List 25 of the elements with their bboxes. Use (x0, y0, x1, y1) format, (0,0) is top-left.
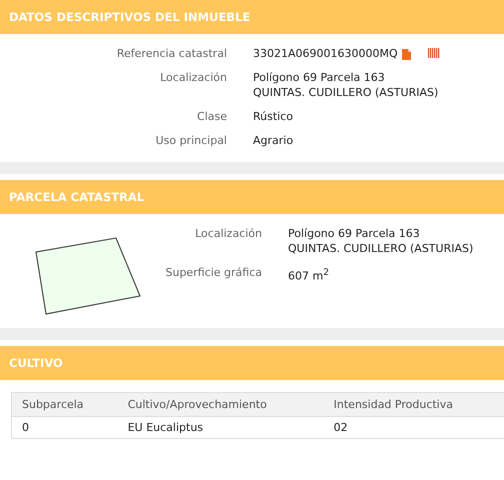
table-cell: 0 (12, 416, 118, 438)
field-label: Referencia catastral (116, 46, 227, 61)
field-value: Polígono 69 Parcela 163 (288, 226, 421, 241)
column-header: Subparcela (12, 392, 118, 416)
field-value: Rústico (253, 109, 294, 124)
field-label: Uso principal (154, 133, 227, 148)
column-header: Intensidad Productiva (324, 392, 504, 416)
field-label: Superficie gráfica (164, 265, 262, 281)
field-value: QUINTAS. CUDILLERO (ASTURIAS) (288, 241, 474, 256)
table-cell: 02 (324, 416, 504, 438)
field-label: Localización (194, 226, 262, 242)
barcode-icon[interactable] (428, 48, 440, 60)
field-value: Polígono 69 Parcela 163 (253, 70, 386, 85)
field-label: Clase (196, 109, 227, 124)
section-header: PARCELA CATASTRAL (0, 180, 504, 214)
section-header: CULTIVO (0, 346, 504, 380)
field-value: 607 m$^{2}$ (288, 266, 330, 284)
field-label: Localización (159, 70, 227, 86)
copy-icon[interactable] (402, 48, 414, 60)
column-header: Cultivo/Aprovechamiento (118, 392, 324, 416)
section-header: DATOS DESCRIPTIVOS DEL INMUEBLE (0, 0, 504, 34)
field-value: Agrario (253, 133, 294, 148)
field-value: 33021A069001630000MQ (253, 46, 398, 61)
table-cell: EU Eucaliptus (118, 416, 324, 438)
field-value: QUINTAS. CUDILLERO (ASTURIAS) (253, 85, 440, 100)
